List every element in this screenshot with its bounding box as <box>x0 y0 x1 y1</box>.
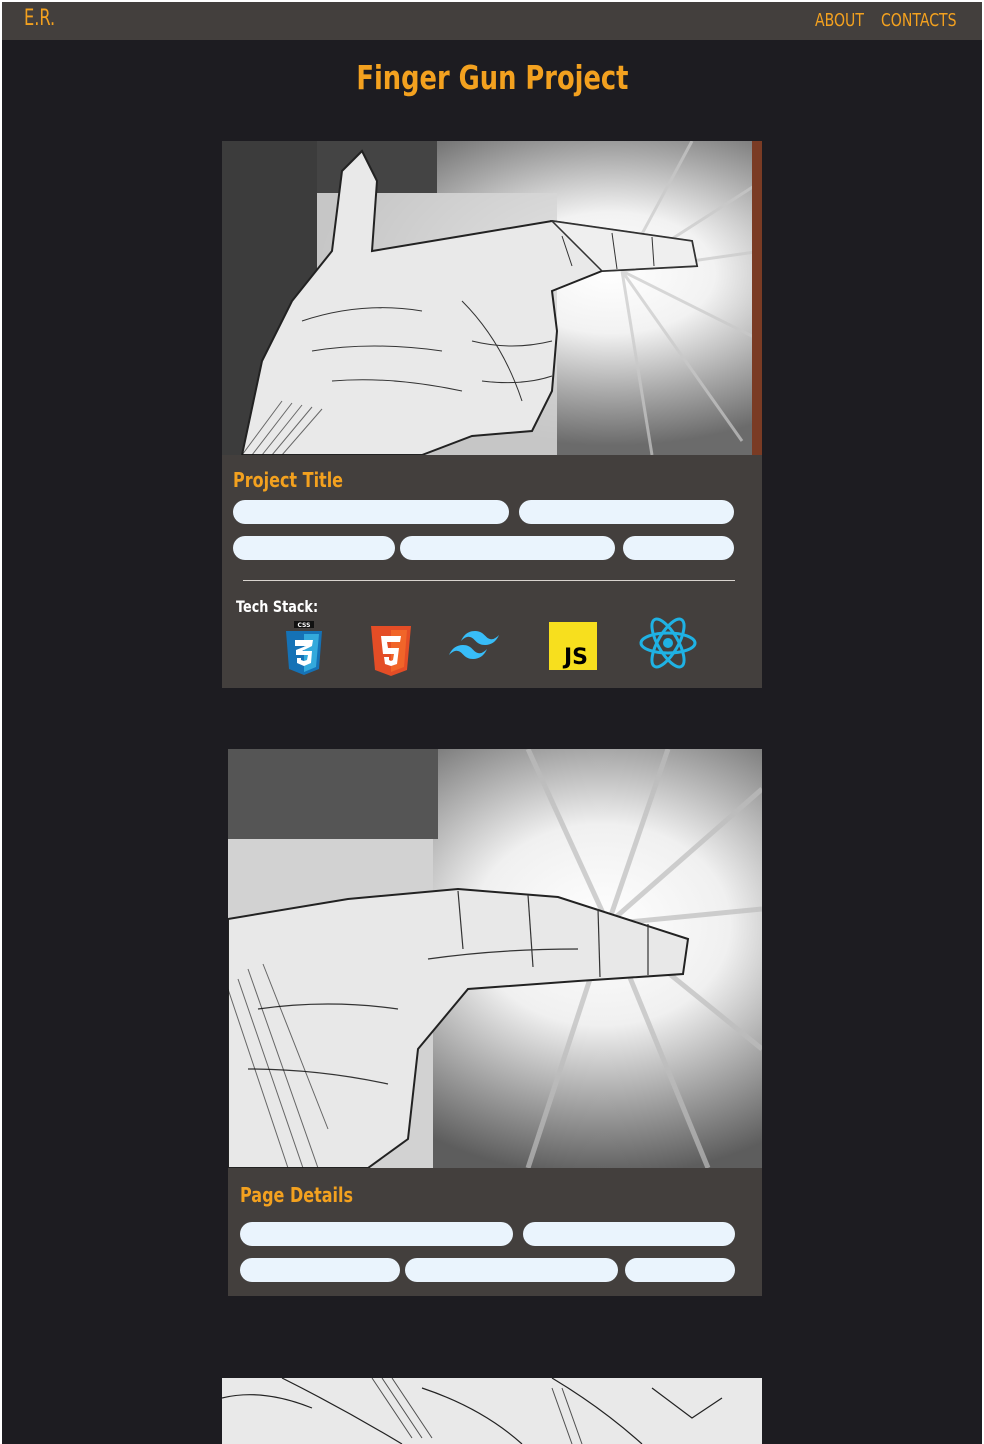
detail-pill <box>625 1258 735 1282</box>
navbar: E.R. ABOUT CONTACTS <box>2 2 982 40</box>
page-details-card: Page Details <box>228 749 762 1296</box>
finger-gun-closeup-drawing <box>228 749 762 1168</box>
detail-pill <box>233 500 509 524</box>
tailwind-icon <box>449 631 499 659</box>
react-icon <box>639 617 697 669</box>
project-title: Project Title <box>233 468 344 492</box>
details-image[interactable] <box>228 749 762 1168</box>
project-card: Project Title Tech Stack: CSS JS <box>222 141 762 688</box>
css3-badge-text: CSS <box>298 622 311 629</box>
finger-gun-drawing <box>222 141 762 455</box>
detail-pill <box>233 536 395 560</box>
page-details-title: Page Details <box>240 1183 354 1207</box>
detail-pill <box>519 500 734 524</box>
detail-pill <box>405 1258 618 1282</box>
card-divider <box>243 580 735 581</box>
detail-pill <box>523 1222 735 1246</box>
page-title: Finger Gun Project <box>2 58 982 97</box>
tech-stack-label: Tech Stack: <box>236 597 319 616</box>
sketch-image-partial[interactable] <box>221 1377 762 1444</box>
html5-icon <box>371 626 411 676</box>
nav-link-about[interactable]: ABOUT <box>815 10 864 31</box>
detail-pill <box>240 1222 513 1246</box>
detail-pill <box>623 536 734 560</box>
detail-pill <box>240 1258 400 1282</box>
nav-link-contacts[interactable]: CONTACTS <box>881 10 957 31</box>
javascript-badge-text: JS <box>562 645 588 670</box>
project-image[interactable] <box>222 141 762 455</box>
project-card-partial <box>221 1377 762 1444</box>
detail-pill <box>400 536 615 560</box>
page-title-text: Finger Gun Project <box>355 58 629 97</box>
javascript-icon: JS <box>549 622 597 670</box>
page-frame: E.R. ABOUT CONTACTS Finger Gun Project P… <box>2 2 982 1444</box>
brand-logo[interactable]: E.R. <box>24 6 55 31</box>
css3-icon: CSS <box>286 621 322 675</box>
